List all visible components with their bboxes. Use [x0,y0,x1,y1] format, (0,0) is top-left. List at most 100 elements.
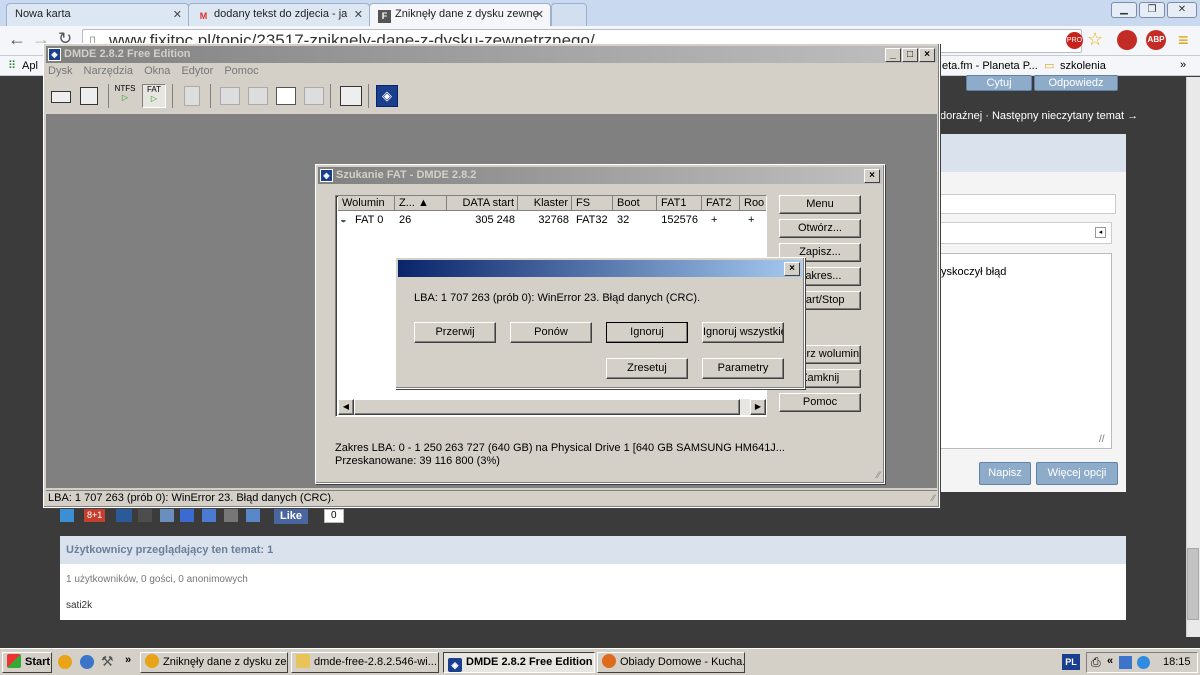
google-plus-icon[interactable]: 8+1 [84,508,106,522]
table-row[interactable]: ◒ FAT 0 26 305 248 32768 FAT32 32 152576… [336,196,766,230]
tab-new-tab[interactable]: Nowa karta ✕ [6,3,189,26]
ie-quicklaunch-icon[interactable] [80,655,94,669]
menu-narzedzia[interactable]: Narzędzia [84,65,134,77]
menu-okna[interactable]: Okna [144,65,170,77]
ignore-button[interactable]: Ignoruj [606,322,688,343]
close-icon[interactable]: ✕ [1167,2,1197,18]
file-icon[interactable] [184,86,200,106]
print-icon[interactable] [224,508,238,522]
close-icon[interactable]: × [864,169,880,183]
copy-sectors-icon[interactable] [340,86,362,106]
share-icon[interactable] [160,508,174,522]
stumbleupon-icon[interactable] [180,508,194,522]
network-icon[interactable] [1119,656,1132,669]
disk-icon[interactable] [51,91,71,103]
close-icon[interactable]: × [784,262,800,276]
more-options-button[interactable]: Więcej opcji [1036,462,1118,485]
hex-icon[interactable] [248,87,268,105]
email-icon[interactable] [202,508,216,522]
partitions-icon[interactable] [80,87,98,105]
dmde-logo-icon[interactable]: ◈ [376,85,398,107]
help-button[interactable]: Pomoc [779,393,861,412]
quicklaunch-more[interactable]: » [125,654,131,666]
extension-icon[interactable] [1117,30,1137,50]
view-icon[interactable] [220,87,240,105]
fat-search-title-bar[interactable]: ◈ Szukanie FAT - DMDE 2.8.2 × [318,167,882,184]
bookmarks-more[interactable]: » [1180,59,1186,71]
collapse-icon[interactable]: ◂ [1095,227,1106,238]
delicious-icon[interactable] [138,508,152,522]
dmde-title-bar[interactable]: ◈ DMDE 2.8.2 Free Edition _ □ × [46,46,937,63]
parameters-button[interactable]: Parametry [702,358,784,379]
list-horizontal-scrollbar[interactable]: ◀ ▶ [338,399,766,415]
cell-wolumin: FAT 0 [355,214,384,226]
scroll-right-icon[interactable]: ▶ [750,399,766,415]
compare-icon[interactable] [304,87,324,105]
new-tab-button[interactable] [551,3,587,26]
resize-grip-icon[interactable]: ⁄⁄ [932,491,935,506]
twitter-icon[interactable] [60,508,74,522]
viewer-name[interactable]: sati2k [66,600,92,611]
reset-button[interactable]: Zresetuj [606,358,688,379]
tab-fixitpc[interactable]: F Zniknęły dane z dysku zewnę ✕ [369,3,551,26]
quote-button[interactable]: Cytuj [966,75,1032,91]
maximize-icon[interactable]: □ [902,48,918,62]
bookmark-planeta[interactable]: eta.fm - Planeta P... [942,60,1038,72]
task-folder[interactable]: dmde-free-2.8.2.546-wi... [291,652,439,673]
topic-navigation[interactable]: doraźnej · Następny nieczytany temat → [940,110,1138,122]
mail-icon[interactable] [246,508,260,522]
editor-toolbar [940,194,1116,214]
retry-button[interactable]: Ponów [510,322,592,343]
table-icon[interactable] [276,87,296,105]
menu-edytor[interactable]: Edytor [181,65,213,77]
pro-extension-icon[interactable]: PRO [1066,32,1083,49]
task-dmde[interactable]: ◈ DMDE 2.8.2 Free Edition [443,652,595,673]
scrollbar-thumb[interactable] [1187,548,1199,620]
tab-gmail[interactable]: Mdodany tekst do zdjecia - ja ✕ [188,3,370,26]
language-indicator[interactable]: PL [1062,654,1080,670]
star-icon[interactable]: ☆ [1087,29,1103,50]
back-icon[interactable]: ← [8,29,26,50]
close-icon[interactable]: × [919,48,935,62]
dmde-status-bar: LBA: 1 707 263 (prób 0): WinError 23. Bł… [46,490,937,506]
dmde-icon: ◈ [448,658,462,672]
menu-icon[interactable]: ≡ [1178,30,1189,51]
open-button[interactable]: Otwórz... [779,219,861,238]
bookmark-apps[interactable]: Apl [22,60,38,72]
resize-grip-icon[interactable]: ⁄⁄ [877,470,880,480]
minimize-icon[interactable]: ▁ [1111,2,1137,18]
apps-icon[interactable]: ⠿ [8,59,16,72]
menu-dysk[interactable]: Dysk [48,65,72,77]
reply-editor[interactable]: yskoczył błąd // [940,253,1112,449]
resize-grip-icon[interactable]: // [1099,434,1105,445]
write-button[interactable]: Napisz [979,462,1031,485]
task-chrome[interactable]: Zniknęły dane z dysku ze... [140,652,288,673]
bookmark-szkolenia[interactable]: szkolenia [1060,60,1106,72]
close-icon[interactable]: ✕ [535,8,544,21]
ntfs-button[interactable]: NTFS ▷ [113,84,137,108]
error-dialog-title-bar[interactable]: × [398,260,802,277]
ignore-all-button[interactable]: Ignoruj wszystkie [702,322,784,343]
update-icon[interactable] [1137,656,1150,669]
restore-icon[interactable]: ❐ [1139,2,1165,18]
close-icon[interactable]: ✕ [173,8,182,21]
start-button[interactable]: Start [2,652,52,673]
menu-button[interactable]: Menu [779,195,861,214]
minimize-icon[interactable]: _ [885,48,901,62]
chrome-quicklaunch-icon[interactable] [58,655,72,669]
reply-button[interactable]: Odpowiedz [1034,75,1118,91]
abort-button[interactable]: Przerwij [414,322,496,343]
scrollbar-thumb[interactable] [354,399,740,415]
scroll-left-icon[interactable]: ◀ [338,399,354,415]
tools-quicklaunch-icon[interactable]: ⚒ [101,653,114,670]
printer-icon[interactable]: ⎙ [1091,655,1101,670]
close-icon[interactable]: ✕ [354,8,363,21]
digg-icon[interactable] [116,508,132,522]
clock[interactable]: 18:15 [1163,656,1191,668]
menu-pomoc[interactable]: Pomoc [224,65,258,77]
tray-expand[interactable]: « [1107,655,1113,667]
adblock-icon[interactable]: ABP [1146,30,1166,50]
fat-button[interactable]: FAT ▷ [142,84,166,108]
task-firefox[interactable]: Obiady Domowe - Kucha... [597,652,745,673]
facebook-like-button[interactable]: Like [274,508,309,524]
